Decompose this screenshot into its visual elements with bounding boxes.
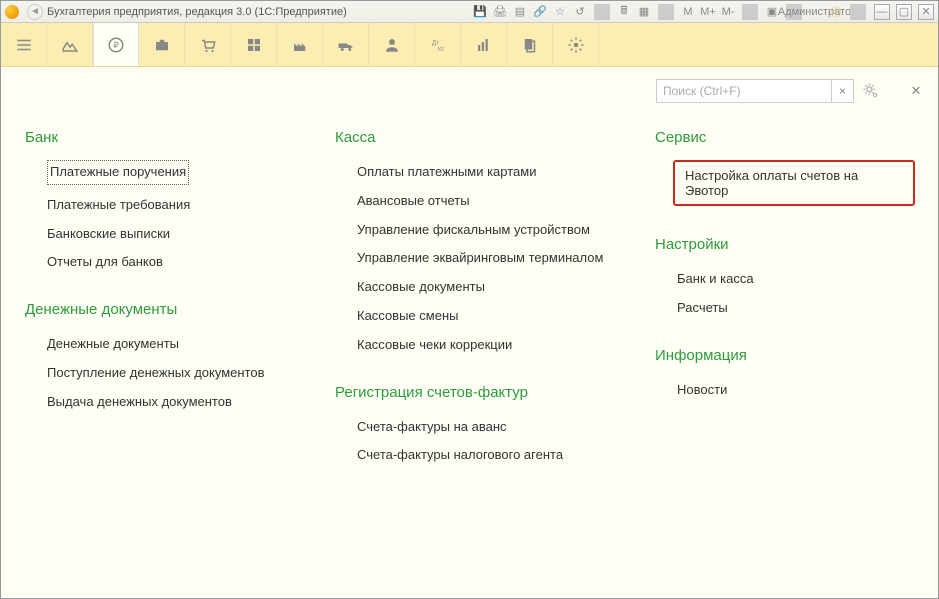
item-bank-reports[interactable]: Отчеты для банков: [25, 248, 295, 277]
svg-text:Кт: Кт: [438, 47, 444, 53]
maximize-button[interactable]: ▢: [896, 4, 912, 20]
columns: Банк Платежные поручения Платежные требо…: [15, 129, 924, 470]
item-evotor-settings[interactable]: Настройка оплаты счетов на Эвотор: [673, 160, 915, 206]
memory-m[interactable]: M: [680, 4, 696, 20]
app-icon: [5, 5, 19, 19]
tab-activity[interactable]: [47, 23, 93, 66]
tab-dk[interactable]: ДтКт: [415, 23, 461, 66]
tab-person[interactable]: [369, 23, 415, 66]
section-service: Сервис Настройка оплаты счетов на Эвотор: [655, 129, 915, 212]
section-info: Информация Новости: [655, 347, 915, 405]
item-card-payments[interactable]: Оплаты платежными картами: [335, 158, 615, 187]
close-button[interactable]: ✕: [918, 4, 934, 20]
separator: [658, 4, 674, 20]
tab-briefcase[interactable]: [139, 23, 185, 66]
document-icon[interactable]: ▤: [512, 4, 528, 20]
item-calculations[interactable]: Расчеты: [655, 294, 915, 323]
item-news[interactable]: Новости: [655, 376, 915, 405]
svg-text:Дт: Дт: [432, 40, 439, 46]
section-settings: Настройки Банк и касса Расчеты: [655, 236, 915, 323]
item-advance-invoices[interactable]: Счета-фактуры на аванс: [335, 413, 615, 442]
gear-icon[interactable]: [860, 80, 882, 102]
user-name: Администратор: [810, 4, 826, 20]
save-icon[interactable]: 💾: [472, 4, 488, 20]
search-input[interactable]: [657, 80, 831, 102]
heading-settings: Настройки: [655, 236, 915, 253]
section-bank: Банк Платежные поручения Платежные требо…: [25, 129, 295, 277]
search-row: × ✕: [15, 79, 924, 103]
tab-settings[interactable]: [553, 23, 599, 66]
back-button[interactable]: ◄: [27, 4, 43, 20]
item-money-docs-out[interactable]: Выдача денежных документов: [25, 388, 295, 417]
info-icon[interactable]: ⓘ: [828, 4, 844, 20]
tab-chart[interactable]: [461, 23, 507, 66]
main-toolbar: ₽ ДтКт: [1, 23, 938, 67]
heading-info: Информация: [655, 347, 915, 364]
item-cash-docs[interactable]: Кассовые документы: [335, 273, 615, 302]
item-money-docs-in[interactable]: Поступление денежных документов: [25, 359, 295, 388]
user-label[interactable]: Администратор: [808, 4, 824, 20]
link-icon[interactable]: 🔗: [532, 4, 548, 20]
heading-service: Сервис: [655, 129, 915, 146]
heading-invoices: Регистрация счетов-фактур: [335, 384, 615, 401]
item-cash-corrections[interactable]: Кассовые чеки коррекции: [335, 331, 615, 360]
heading-money-docs: Денежные документы: [25, 301, 295, 318]
tab-cart[interactable]: [185, 23, 231, 66]
print-icon[interactable]: 🖨: [492, 4, 508, 20]
separator: [742, 4, 758, 20]
section-kassa: Касса Оплаты платежными картами Авансовы…: [335, 129, 615, 360]
calculator-icon[interactable]: 🖩: [616, 4, 632, 20]
star-icon[interactable]: ☆: [552, 4, 568, 20]
svg-text:₽: ₽: [113, 41, 118, 50]
memory-m-minus[interactable]: M-: [720, 4, 736, 20]
item-tax-agent-invoices[interactable]: Счета-фактуры налогового агента: [335, 441, 615, 470]
heading-kassa: Касса: [335, 129, 615, 146]
tab-docs[interactable]: [507, 23, 553, 66]
tab-grid[interactable]: [231, 23, 277, 66]
item-payment-requests[interactable]: Платежные требования: [25, 191, 295, 220]
tab-menu[interactable]: [1, 23, 47, 66]
item-bank-kassa-settings[interactable]: Банк и касса: [655, 265, 915, 294]
column-3: Сервис Настройка оплаты счетов на Эвотор…: [655, 129, 915, 470]
minimize-button[interactable]: —: [874, 4, 890, 20]
item-acquiring-terminal[interactable]: Управление эквайринговым терминалом: [335, 244, 615, 273]
item-payment-orders[interactable]: Платежные поручения: [47, 160, 189, 185]
section-money-docs: Денежные документы Денежные документы По…: [25, 301, 295, 416]
history-icon[interactable]: ↺: [572, 4, 588, 20]
content-area: × ✕ Банк Платежные поручения Платежные т…: [1, 67, 938, 598]
section-invoices: Регистрация счетов-фактур Счета-фактуры …: [335, 384, 615, 471]
item-bank-statements[interactable]: Банковские выписки: [25, 220, 295, 249]
memory-m-plus[interactable]: M+: [700, 4, 716, 20]
tab-factory[interactable]: [277, 23, 323, 66]
titlebar-tools: 💾 🖨 ▤ 🔗 ☆ ↺ 🖩 ▦ M M+ M- ▣ Администратор …: [472, 4, 934, 20]
heading-bank: Банк: [25, 129, 295, 146]
search-clear-button[interactable]: ×: [831, 80, 853, 102]
titlebar: ◄ Бухгалтерия предприятия, редакция 3.0 …: [1, 1, 938, 23]
column-2: Касса Оплаты платежными картами Авансовы…: [335, 129, 615, 470]
calendar-icon[interactable]: ▦: [636, 4, 652, 20]
window-title: Бухгалтерия предприятия, редакция 3.0 (1…: [47, 6, 347, 18]
item-fiscal-device[interactable]: Управление фискальным устройством: [335, 216, 615, 245]
column-1: Банк Платежные поручения Платежные требо…: [25, 129, 295, 470]
separator: [594, 4, 610, 20]
tab-truck[interactable]: [323, 23, 369, 66]
separator: [850, 4, 866, 20]
tab-finance[interactable]: ₽: [93, 23, 139, 66]
search-box: ×: [656, 79, 854, 103]
item-cash-shifts[interactable]: Кассовые смены: [335, 302, 615, 331]
item-money-docs[interactable]: Денежные документы: [25, 330, 295, 359]
close-panel-button[interactable]: ✕: [908, 83, 924, 99]
item-advance-reports[interactable]: Авансовые отчеты: [335, 187, 615, 216]
